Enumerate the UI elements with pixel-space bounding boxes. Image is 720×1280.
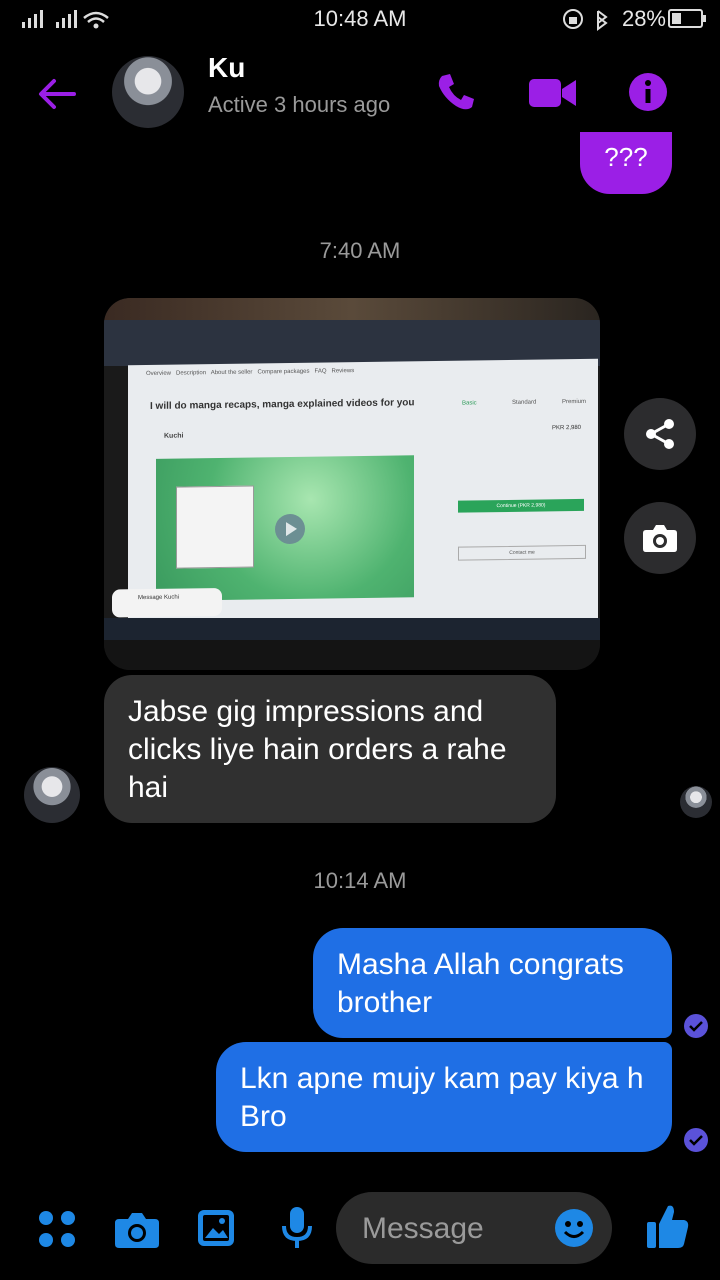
play-icon [275,514,305,545]
info-icon[interactable] [628,72,668,112]
message-input[interactable] [360,1206,554,1252]
package-tab-standard: Standard [512,399,537,406]
sender-avatar[interactable] [24,767,80,823]
web-page: Overview Description About the seller Co… [112,358,598,628]
timestamp: 10:14 AM [313,868,407,893]
contact-button: Contact me [458,544,586,561]
tab-faq: FAQ [314,368,327,375]
sent-message-partial[interactable]: ??? [580,132,672,194]
camera-icon[interactable] [114,1210,160,1250]
tab-compare-packages: Compare packages [257,368,310,376]
avatar[interactable] [112,56,184,128]
seller-name: Kuchi [164,432,184,440]
check-icon [689,1135,703,1146]
gig-tabs: Overview Description About the seller Co… [146,368,354,377]
tab-about-seller: About the seller [210,369,253,377]
camera-icon [643,525,677,552]
shared-screenshot-image[interactable]: Overview Description About the seller Co… [104,298,600,670]
clock: 10:48 AM [313,6,407,31]
message-seller-chip: Message Kuchi [112,587,222,618]
lock-rotation-icon [563,9,608,31]
battery-percent: 28% [621,6,666,31]
save-photo-button[interactable] [624,502,696,574]
seen-avatar [680,786,712,818]
share-icon [646,419,674,449]
photo-bottom [104,640,600,670]
presence-status: Active 3 hours ago [208,92,391,117]
gig-video-thumbnail [156,455,414,601]
gig-title: I will do manga recaps, manga explained … [150,397,415,412]
gallery-icon[interactable] [196,1208,236,1248]
tab-description: Description [176,370,207,377]
status-bar: 10:48 AM 28% [0,0,720,38]
tab-overview: Overview [146,370,172,378]
sent-message[interactable]: Lkn apne mujy kam pay kiya h Bro [216,1042,672,1152]
taskbar [104,618,600,640]
thumbs-up-icon[interactable] [646,1202,690,1250]
timestamp: 7:40 AM [319,238,401,263]
video-camera-icon[interactable] [528,76,578,110]
share-button[interactable] [624,398,696,470]
apps-icon[interactable] [38,1210,76,1248]
package-tab-basic: Basic [462,400,477,407]
battery-icon [668,9,706,28]
phone-icon[interactable] [436,72,476,112]
check-icon [689,1021,703,1032]
continue-button: Continue (PKR 2,980) [458,498,584,513]
tab-reviews: Reviews [331,368,355,375]
back-arrow-icon[interactable] [36,76,76,112]
emoji-icon[interactable] [554,1208,594,1248]
received-message[interactable]: Jabse gig impressions and clicks liye ha… [104,675,556,823]
package-tab-premium: Premium [562,398,587,406]
microphone-icon[interactable] [280,1206,314,1250]
message-composer[interactable] [336,1192,612,1264]
delivered-check [684,1128,708,1152]
sent-message[interactable]: Masha Allah congrats brother [313,928,672,1038]
delivered-check [684,1014,708,1038]
contact-name[interactable]: Ku [208,52,245,84]
package-price: PKR 2,980 [552,424,582,432]
manga-panel [176,485,254,569]
